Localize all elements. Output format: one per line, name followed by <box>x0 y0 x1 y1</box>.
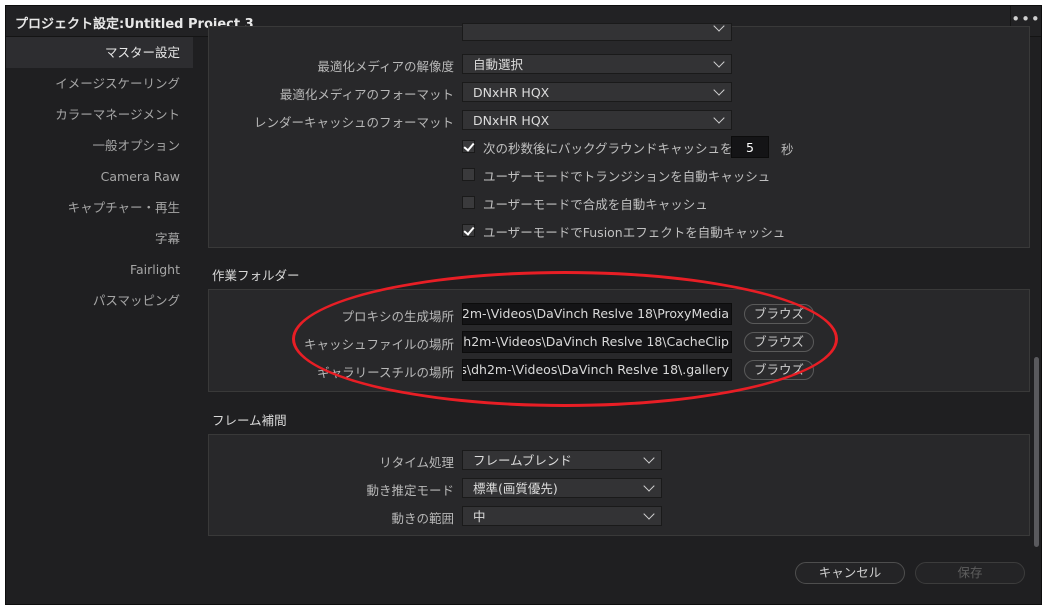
sidebar-item-camera-raw[interactable]: Camera Raw <box>6 161 193 192</box>
fusion-cache-row: ユーザーモードでFusionエフェクトを自動キャッシュ <box>462 222 1022 240</box>
composites-cache-row: ユーザーモードで合成を自動キャッシュ <box>462 194 1022 212</box>
save-button[interactable]: 保存 <box>915 562 1025 584</box>
cache-location-value: \dh2m-\Videos\DaVinch Reslve 18\CacheCli… <box>462 334 729 349</box>
retime-value: フレームブレンド <box>473 453 572 468</box>
motion-mode-value: 標準(画質優先) <box>473 481 558 496</box>
sidebar-item-subtitles[interactable]: 字幕 <box>6 223 193 254</box>
chevron-down-icon <box>713 112 725 124</box>
transitions-cache-label: ユーザーモードでトランジションを自動キャッシュ <box>483 169 771 184</box>
motion-range-label: 動きの範囲 <box>391 511 454 526</box>
working-folders-panel: プロキシの生成場所 h2m-\Videos\DaVinch Reslve 18\… <box>208 289 1030 392</box>
optimized-format-value: DNxHR HQX <box>473 85 550 100</box>
chevron-down-icon <box>713 56 725 68</box>
fusion-cache-checkbox[interactable] <box>462 224 475 237</box>
frame-interp-panel: リタイム処理 フレームブレンド 動き推定モード 標準(画質優先) 動きの範囲 中 <box>208 434 1030 536</box>
proxy-browse-button[interactable]: ブラウズ <box>744 304 814 324</box>
composites-cache-checkbox[interactable] <box>462 196 475 209</box>
render-cache-format-label: レンダーキャッシュのフォーマット <box>253 115 454 130</box>
optimized-resolution-label: 最適化メディアの解像度 <box>317 59 454 74</box>
optimized-resolution-value: 自動選択 <box>473 57 524 72</box>
sidebar-item-image-scaling[interactable]: イメージスケーリング <box>6 68 193 99</box>
composites-cache-label: ユーザーモードで合成を自動キャッシュ <box>483 197 708 212</box>
sidebar-item-fairlight[interactable]: Fairlight <box>6 254 193 285</box>
sidebar-item-master-settings[interactable]: マスター設定 <box>6 37 193 68</box>
chevron-down-icon <box>643 480 655 492</box>
gallery-browse-button[interactable]: ブラウズ <box>744 360 814 380</box>
optimized-format-dropdown[interactable]: DNxHR HQX <box>462 82 732 102</box>
frame-interp-title: フレーム補間 <box>212 413 287 428</box>
motion-range-value: 中 <box>473 509 486 524</box>
render-cache-format-value: DNxHR HQX <box>473 113 550 128</box>
seconds-unit-label: 秒 <box>781 142 794 157</box>
sidebar-item-general-options[interactable]: 一般オプション <box>6 130 193 161</box>
chevron-down-icon <box>643 452 655 464</box>
partial-dropdown[interactable] <box>462 20 732 41</box>
retime-label: リタイム処理 <box>379 455 454 470</box>
gallery-location-label: ギャラリースチルの場所 <box>317 365 454 380</box>
chevron-down-icon <box>713 84 725 96</box>
sidebar-item-color-management[interactable]: カラーマネージメント <box>6 99 193 130</box>
chevron-down-icon <box>713 20 725 32</box>
optimized-format-label: 最適化メディアのフォーマット <box>279 87 454 102</box>
motion-range-dropdown[interactable]: 中 <box>462 506 662 526</box>
proxy-location-input[interactable]: h2m-\Videos\DaVinch Reslve 18\ProxyMedia <box>462 303 732 325</box>
cache-location-label: キャッシュファイルの場所 <box>303 337 454 352</box>
bg-cache-label: 次の秒数後にバックグラウンドキャッシュを開始 <box>483 141 758 156</box>
sidebar-item-path-mapping[interactable]: パスマッピング <box>6 285 193 316</box>
fusion-cache-label: ユーザーモードでFusionエフェクトを自動キャッシュ <box>483 225 786 240</box>
optimized-resolution-dropdown[interactable]: 自動選択 <box>462 54 732 74</box>
sidebar: マスター設定 イメージスケーリング カラーマネージメント 一般オプション Cam… <box>6 37 193 604</box>
scrollbar-track[interactable] <box>1033 37 1041 547</box>
motion-mode-label: 動き推定モード <box>366 483 454 498</box>
cancel-button[interactable]: キャンセル <box>795 562 905 584</box>
render-cache-format-dropdown[interactable]: DNxHR HQX <box>462 110 732 130</box>
bg-cache-checkbox[interactable] <box>462 140 475 153</box>
optimized-media-panel: 最適化メディアの解像度 自動選択 最適化メディアのフォーマット DNxHR HQ… <box>208 20 1030 248</box>
transitions-cache-row: ユーザーモードでトランジションを自動キャッシュ <box>462 166 1022 184</box>
sidebar-item-capture-playback[interactable]: キャプチャー・再生 <box>6 192 193 223</box>
proxy-location-label: プロキシの生成場所 <box>341 309 454 324</box>
gallery-location-input[interactable]: ers\dh2m-\Videos\DaVinch Reslve 18\.gall… <box>462 359 732 381</box>
chevron-down-icon <box>643 508 655 520</box>
motion-mode-dropdown[interactable]: 標準(画質優先) <box>462 478 662 498</box>
bg-cache-seconds-input[interactable]: 5 <box>731 136 769 158</box>
retime-dropdown[interactable]: フレームブレンド <box>462 450 662 470</box>
transitions-cache-checkbox[interactable] <box>462 168 475 181</box>
working-folders-title: 作業フォルダー <box>212 268 300 283</box>
scrollbar-thumb[interactable] <box>1034 357 1039 547</box>
cache-location-input[interactable]: \dh2m-\Videos\DaVinch Reslve 18\CacheCli… <box>462 331 732 353</box>
cache-browse-button[interactable]: ブラウズ <box>744 332 814 352</box>
proxy-location-value: h2m-\Videos\DaVinch Reslve 18\ProxyMedia <box>462 306 729 321</box>
gallery-location-value: ers\dh2m-\Videos\DaVinch Reslve 18\.gall… <box>462 362 729 377</box>
project-settings-window: プロジェクト設定:Untitled Project 3 ••• マスター設定 イ… <box>5 5 1042 605</box>
